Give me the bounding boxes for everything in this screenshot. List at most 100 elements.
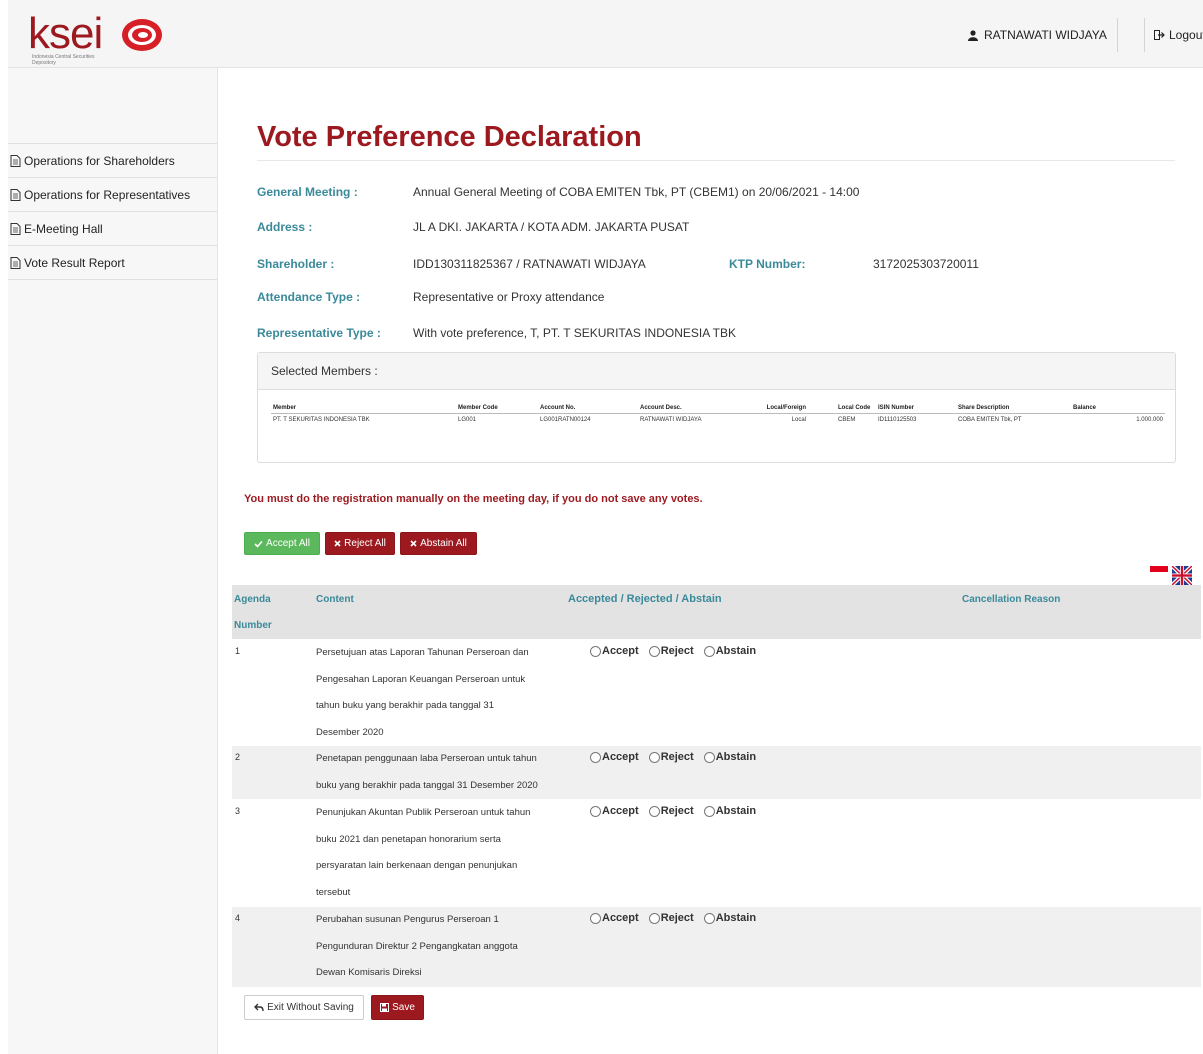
registration-warning: You must do the registration manually on… (244, 493, 703, 505)
cell-isin-number: ID1110125503 (878, 417, 917, 423)
reject-all-label: Reject All (344, 538, 386, 549)
cell-share-description: COBA EMITEN Tbk, PT (958, 417, 1022, 423)
col-vote-options: Accepted / Rejected / Abstain (568, 593, 722, 605)
radio-circle[interactable] (703, 805, 715, 817)
user-name: RATNAWATI WIDJAYA (984, 28, 1107, 42)
header-divider (1144, 18, 1145, 52)
abstain-all-button[interactable]: Abstain All (400, 532, 477, 555)
col-member-code: Member Code (456, 403, 538, 414)
ktp-number-label: KTP Number: (729, 257, 806, 271)
agenda-number: 1 (235, 646, 241, 656)
sidebar-menu: Operations for Shareholders Operations f… (8, 143, 218, 280)
col-cancellation-reason: Cancellation Reason (962, 594, 1061, 605)
close-icon (334, 540, 341, 547)
indonesia-flag-icon[interactable] (1150, 566, 1168, 578)
radio-circle[interactable] (590, 751, 601, 763)
accept-option-label: Accept (602, 912, 639, 924)
cell-member: PT. T SEKURITAS INDONESIA TBK (273, 417, 370, 423)
reject-all-button[interactable]: Reject All (325, 532, 395, 555)
sidebar-item-e-meeting-hall[interactable]: E-Meeting Hall (8, 212, 218, 246)
agenda-row: 3 Penunjukan Akuntan Publik Perseroan un… (232, 800, 1201, 906)
address-value: JL A DKI. JAKARTA / KOTA ADM. JAKARTA PU… (413, 220, 690, 234)
representative-type-label: Representative Type : (257, 326, 381, 340)
top-header: ksei Indonesia Central Securities Deposi… (8, 0, 1203, 68)
accept-option-label: Accept (602, 645, 639, 657)
col-local-foreign: Local/Foreign (733, 403, 808, 414)
accept-radio[interactable]: Accept (590, 645, 639, 657)
logout-label: Logout (1169, 28, 1203, 42)
abstain-radio[interactable]: Abstain (703, 805, 756, 817)
accept-radio[interactable]: Accept (590, 912, 639, 924)
page-title: Vote Preference Declaration (257, 121, 642, 153)
shareholder-value: IDD130311825367 / RATNAWATI WIDJAYA (413, 257, 646, 271)
sidebar-item-representatives[interactable]: Operations for Representatives (8, 178, 218, 212)
members-table-header: Member Member Code Account No. Account D… (271, 403, 1165, 414)
radio-circle[interactable] (590, 912, 601, 924)
user-menu[interactable]: RATNAWATI WIDJAYA (968, 28, 1107, 42)
abstain-radio[interactable]: Abstain (703, 645, 756, 657)
radio-circle[interactable] (648, 645, 660, 657)
save-button[interactable]: Save (371, 995, 424, 1020)
general-meeting-value: Annual General Meeting of COBA EMITEN Tb… (413, 185, 860, 199)
radio-circle[interactable] (590, 805, 601, 817)
content-line: Persetujuan atas Laporan Tahunan Persero… (316, 647, 529, 658)
document-icon (10, 256, 21, 269)
radio-circle[interactable] (703, 645, 715, 657)
agenda-table-header: Agenda Number Content Accepted / Rejecte… (232, 585, 1201, 639)
accept-all-button[interactable]: Accept All (244, 532, 320, 555)
content-line: Perubahan susunan Pengurus Perseroan 1 (316, 914, 499, 925)
sidebar-item-shareholders[interactable]: Operations for Shareholders (8, 144, 218, 178)
radio-circle[interactable] (648, 751, 660, 763)
sidebar-item-vote-result-report[interactable]: Vote Result Report (8, 246, 218, 280)
radio-circle[interactable] (648, 805, 660, 817)
save-label: Save (392, 1002, 415, 1013)
content-line: buku yang berakhir pada tanggal 31 Desem… (316, 779, 538, 791)
agenda-content: Penunjukan Akuntan Publik Perseroan untu… (316, 800, 566, 907)
radio-circle[interactable] (703, 912, 715, 924)
content-line: Pengunduran Direktur 2 Pengangkatan angg… (316, 940, 518, 952)
abstain-radio[interactable]: Abstain (703, 751, 756, 763)
radio-circle[interactable] (703, 751, 715, 763)
sidebar-item-label: Vote Result Report (24, 255, 125, 270)
accept-radio[interactable]: Accept (590, 805, 639, 817)
reject-radio[interactable]: Reject (648, 912, 694, 924)
abstain-radio[interactable]: Abstain (703, 912, 756, 924)
vote-options: Accept Reject Abstain (590, 912, 756, 924)
ktp-number-value: 3172025303720011 (873, 257, 979, 271)
sidebar-item-label: Operations for Shareholders (24, 153, 175, 168)
cell-member-code: LG001 (458, 417, 477, 423)
content-line: Dewan Komisaris Direksi (316, 967, 422, 979)
check-icon (254, 540, 263, 548)
logout-button[interactable]: Logout (1154, 28, 1203, 42)
document-icon (10, 188, 21, 201)
selected-members-panel: Selected Members : Member Member Code Ac… (257, 352, 1176, 463)
general-meeting-label: General Meeting : (257, 185, 358, 199)
reject-radio[interactable]: Reject (648, 645, 694, 657)
cell-balance: 1.000.000 (1136, 417, 1163, 423)
ksei-swirl-icon (122, 19, 162, 51)
content-line: Pengesahan Laporan Keuangan Perseroan un… (316, 673, 526, 685)
representative-type-value: With vote preference, T, PT. T SEKURITAS… (413, 326, 737, 340)
exit-without-saving-button[interactable]: Exit Without Saving (244, 995, 364, 1020)
accept-radio[interactable]: Accept (590, 751, 639, 763)
sidebar-item-label: E-Meeting Hall (24, 221, 103, 236)
accept-option-label: Accept (602, 805, 639, 817)
reject-radio[interactable]: Reject (648, 805, 694, 817)
table-row[interactable]: PT. T SEKURITAS INDONESIA TBK LG001 LG00… (271, 414, 1165, 427)
content-line: Penetapan penggunaan laba Perseroan untu… (316, 753, 537, 764)
radio-circle[interactable] (648, 912, 660, 924)
content-line: Desember 2020 (316, 727, 384, 739)
close-icon (410, 540, 417, 547)
logo-subtitle: Indonesia Central Securities Depository (32, 54, 95, 66)
cell-local-code: CBEM (838, 417, 856, 423)
attendance-type-label: Attendance Type : (257, 290, 361, 304)
reject-radio[interactable]: Reject (648, 751, 694, 763)
col-share-description: Share Description (956, 403, 1071, 414)
document-icon (10, 222, 21, 235)
col-agenda-number: Number (234, 620, 272, 631)
uk-flag-icon[interactable] (1172, 566, 1192, 585)
radio-circle[interactable] (590, 645, 601, 657)
agenda-row: 2 Penetapan penggunaan laba Perseroan un… (232, 746, 1201, 799)
content-line: persyaratan lain berkenaan dengan penunj… (316, 860, 518, 872)
vote-options: Accept Reject Abstain (590, 805, 756, 817)
